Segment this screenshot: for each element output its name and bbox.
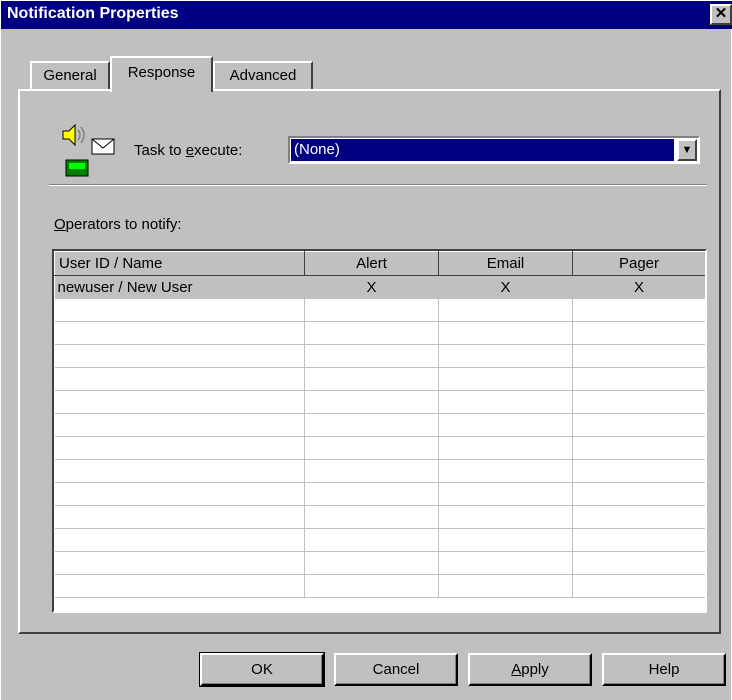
notification-speaker-mail-icon (62, 123, 115, 177)
tab-advanced-label: Advanced (229, 67, 297, 84)
empty-row[interactable] (54, 321, 705, 345)
operators-to-notify-label: Operators to notify: (54, 216, 182, 233)
pager-cell[interactable]: X (572, 275, 705, 299)
operators-grid[interactable]: User ID / Name Alert Email Pager newuser… (52, 249, 707, 613)
column-header-email[interactable]: Email (438, 251, 573, 276)
close-button[interactable]: ✕ (710, 4, 732, 25)
tab-advanced[interactable]: Advanced (213, 61, 313, 89)
empty-row[interactable] (54, 413, 705, 437)
tab-response-label: Response (127, 64, 196, 81)
dropdown-button[interactable]: ▼ (677, 139, 697, 161)
empty-row[interactable] (54, 551, 705, 575)
empty-row[interactable] (54, 574, 705, 598)
title-bar[interactable]: Notification Properties ✕ (1, 1, 732, 29)
separator (49, 184, 707, 186)
empty-row[interactable] (54, 298, 705, 322)
tab-response[interactable]: Response (110, 56, 213, 92)
tab-general[interactable]: General (30, 61, 110, 89)
empty-row[interactable] (54, 505, 705, 529)
notification-properties-dialog: Notification Properties ✕ General Respon… (0, 0, 732, 700)
table-row[interactable]: newuser / New User X X X (54, 275, 705, 299)
help-button[interactable]: Help (602, 653, 726, 686)
column-header-alert[interactable]: Alert (304, 251, 439, 276)
empty-row[interactable] (54, 528, 705, 552)
empty-row[interactable] (54, 459, 705, 483)
alert-cell[interactable]: X (304, 275, 439, 299)
chevron-down-icon: ▼ (681, 144, 693, 156)
column-header-user[interactable]: User ID / Name (54, 251, 305, 276)
task-to-execute-label: Task to execute: (134, 142, 243, 159)
empty-row[interactable] (54, 367, 705, 391)
window-title: Notification Properties (7, 5, 179, 22)
apply-button[interactable]: Apply (468, 653, 592, 686)
empty-row[interactable] (54, 390, 705, 414)
ok-button[interactable]: OK (199, 652, 325, 687)
user-cell[interactable]: newuser / New User (54, 275, 305, 299)
task-selected-value: (None) (291, 139, 674, 161)
column-header-pager[interactable]: Pager (572, 251, 705, 276)
cancel-button[interactable]: Cancel (334, 653, 458, 686)
empty-row[interactable] (54, 482, 705, 506)
task-to-execute-combobox[interactable]: (None) ▼ (288, 136, 700, 164)
empty-row[interactable] (54, 344, 705, 368)
close-icon: ✕ (714, 5, 728, 22)
tab-general-label: General (43, 67, 97, 84)
email-cell[interactable]: X (438, 275, 573, 299)
empty-row[interactable] (54, 436, 705, 460)
